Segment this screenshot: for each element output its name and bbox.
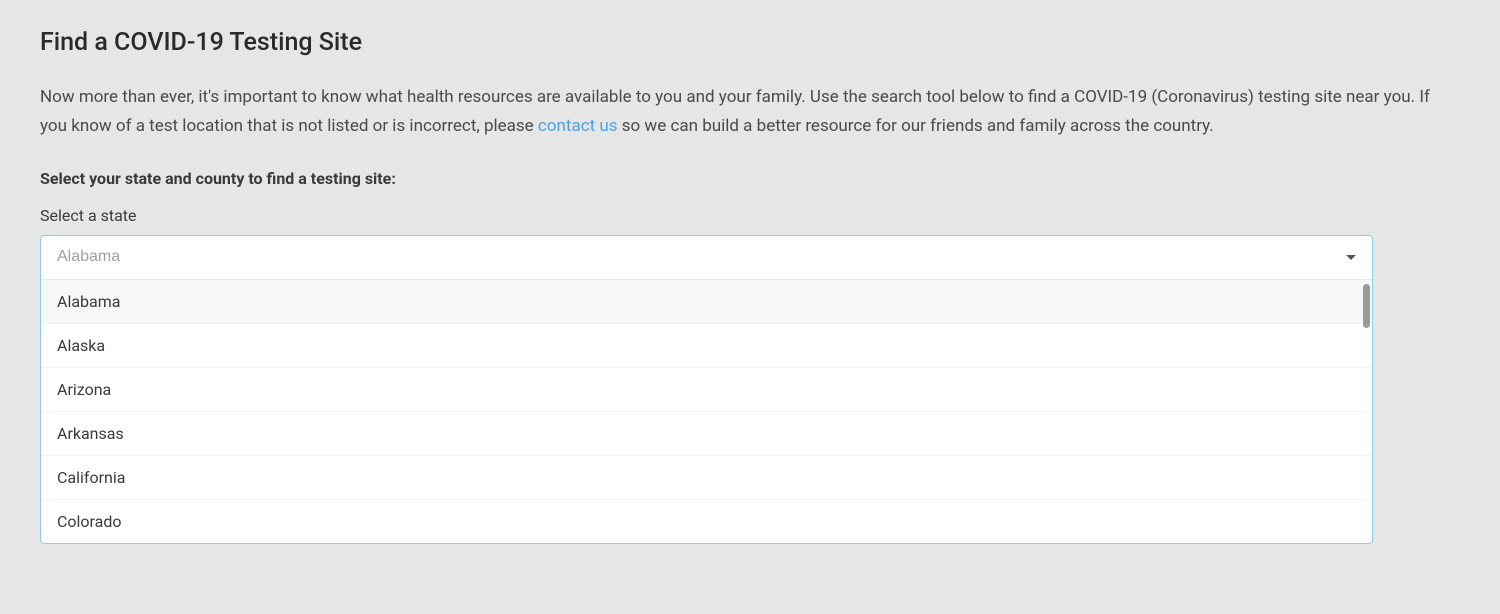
state-select-label: Select a state	[40, 206, 1460, 225]
state-dropdown[interactable]: Alabama Alaska Arizona Arkansas Californ…	[40, 235, 1373, 544]
contact-us-link[interactable]: contact us	[538, 116, 618, 136]
state-dropdown-input-wrap[interactable]	[41, 236, 1372, 280]
intro-paragraph: Now more than ever, it's important to kn…	[40, 83, 1460, 141]
state-option[interactable]: Arkansas	[41, 411, 1372, 455]
state-dropdown-input[interactable]	[57, 248, 1338, 266]
state-option[interactable]: Alaska	[41, 323, 1372, 367]
caret-down-icon[interactable]	[1346, 255, 1356, 260]
select-prompt: Select your state and county to find a t…	[40, 169, 1460, 188]
intro-text-after: so we can build a better resource for ou…	[618, 116, 1214, 136]
state-options-list: Alabama Alaska Arizona Arkansas Californ…	[41, 280, 1372, 543]
state-option[interactable]: California	[41, 455, 1372, 499]
state-option[interactable]: Arizona	[41, 367, 1372, 411]
page-title: Find a COVID-19 Testing Site	[40, 28, 1460, 57]
state-option[interactable]: Alabama	[41, 280, 1372, 323]
state-options-wrap: Alabama Alaska Arizona Arkansas Californ…	[41, 280, 1372, 543]
state-option[interactable]: Colorado	[41, 499, 1372, 543]
scrollbar-thumb[interactable]	[1363, 284, 1370, 328]
